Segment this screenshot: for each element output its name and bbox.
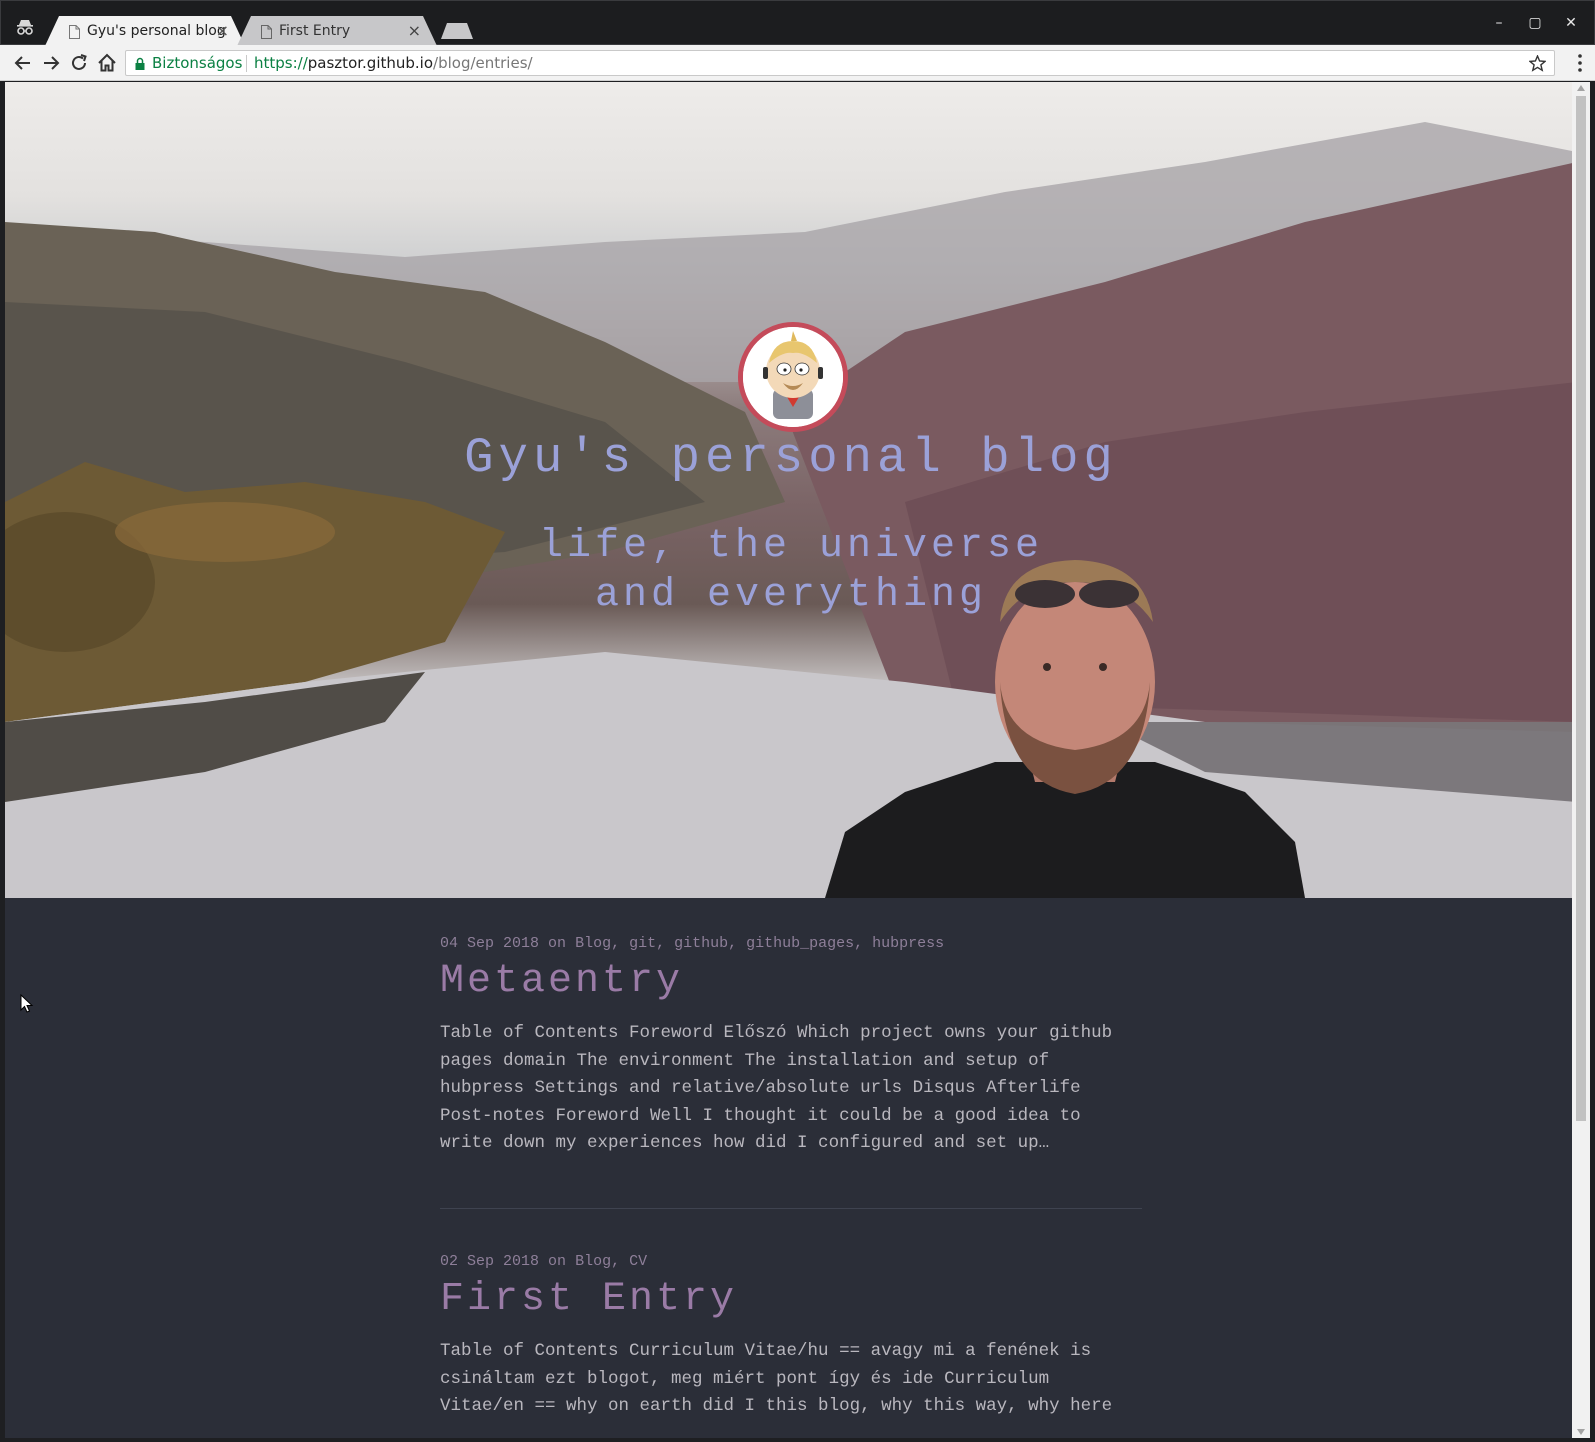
post-item: 04 Sep 2018 on Blog, git, github, github… <box>440 935 1140 1158</box>
post-date: 04 Sep 2018 <box>440 935 540 952</box>
maximize-button[interactable]: ▢ <box>1525 13 1545 33</box>
post-meta-on: on <box>548 1253 567 1270</box>
url-text[interactable]: https://pasztor.github.io/blog/entries/ <box>254 54 533 72</box>
post-excerpt: Table of Contents Curriculum Vitae/hu ==… <box>440 1341 1113 1416</box>
tab-title: First Entry <box>279 23 351 39</box>
post-tags[interactable]: Blog, git, github, github_pages, hubpres… <box>575 935 944 952</box>
south-park-avatar-icon <box>743 327 843 427</box>
forward-arrow-icon[interactable] <box>40 52 62 74</box>
post-meta-on: on <box>548 935 567 952</box>
mouse-cursor-icon <box>20 994 34 1013</box>
post-item: 02 Sep 2018 on Blog, CV First Entry Tabl… <box>440 1253 1140 1421</box>
browser-titlebar: Gyu's personal blog × First Entry × – ▢ … <box>0 0 1595 46</box>
url-host: pasztor.github.io <box>307 54 434 72</box>
bookmark-star-icon[interactable] <box>1529 55 1546 72</box>
minimize-button[interactable]: – <box>1489 13 1509 33</box>
post-meta: 04 Sep 2018 on Blog, git, github, github… <box>440 935 1140 952</box>
post-excerpt: Table of Contents Foreword Előszó Which … <box>440 1023 1113 1153</box>
avatar[interactable] <box>738 322 848 432</box>
scrollbar-thumb[interactable] <box>1576 96 1586 1121</box>
close-tab-icon[interactable]: × <box>216 21 229 40</box>
post-tags[interactable]: Blog, CV <box>575 1253 647 1270</box>
close-window-button[interactable]: ✕ <box>1561 13 1581 33</box>
security-label[interactable]: Biztonságos <box>152 54 242 72</box>
address-separator <box>246 55 247 72</box>
post-divider <box>440 1208 1142 1209</box>
incognito-icon <box>17 20 33 35</box>
post-title-link[interactable]: Metaentry <box>440 959 1140 1004</box>
page-icon <box>69 25 80 39</box>
page-icon <box>261 25 272 39</box>
page-scrollbar[interactable] <box>1572 82 1590 1438</box>
new-tab-button[interactable] <box>441 23 473 39</box>
scroll-up-arrow-icon[interactable] <box>1577 85 1585 91</box>
browser-toolbar: Biztonságos https://pasztor.github.io/bl… <box>0 45 1595 81</box>
close-tab-icon[interactable]: × <box>408 21 421 40</box>
back-arrow-icon[interactable] <box>12 52 34 74</box>
home-icon[interactable] <box>96 52 118 74</box>
post-meta: 02 Sep 2018 on Blog, CV <box>440 1253 1140 1270</box>
browser-menu-icon[interactable] <box>1577 53 1583 73</box>
hero-banner: Gyu's personal blog life, the universe a… <box>5 82 1577 898</box>
landscape-photo <box>5 122 1577 898</box>
lock-icon <box>135 57 145 70</box>
scroll-down-arrow-icon[interactable] <box>1577 1429 1585 1435</box>
post-date: 02 Sep 2018 <box>440 1253 540 1270</box>
url-path: /blog/entries/ <box>433 54 533 72</box>
url-scheme: https:// <box>254 54 308 72</box>
site-title: Gyu's personal blog <box>464 430 1118 486</box>
tab-first-entry[interactable]: First Entry × <box>237 16 437 46</box>
tab-title: Gyu's personal blog <box>87 23 226 39</box>
address-bar[interactable]: Biztonságos https://pasztor.github.io/bl… <box>125 50 1555 76</box>
site-subtitle: life, the universe and everything <box>538 524 1044 618</box>
page-viewport[interactable]: Gyu's personal blog life, the universe a… <box>5 82 1577 1438</box>
post-title-link[interactable]: First Entry <box>440 1277 1140 1322</box>
tab-gyus-personal-blog[interactable]: Gyu's personal blog × <box>45 16 245 46</box>
reload-icon[interactable] <box>68 52 90 74</box>
